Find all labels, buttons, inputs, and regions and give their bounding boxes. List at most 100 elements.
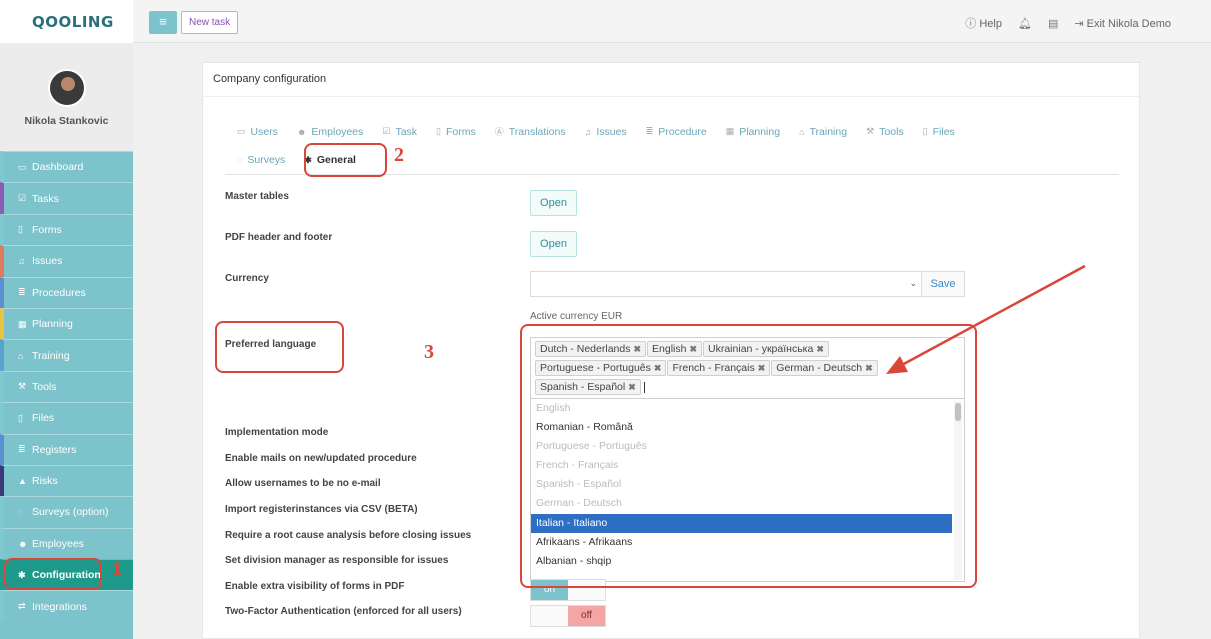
tab-label: Forms xyxy=(446,125,476,138)
currency-select[interactable]: ⌄ xyxy=(530,271,922,297)
tab-tools[interactable]: ⚒ Tools xyxy=(866,126,904,138)
bell-icon: ♫ xyxy=(18,256,25,267)
sidebar-item-label: Forms xyxy=(32,223,62,236)
toggle-blank xyxy=(531,606,568,626)
users-icon: ☻ xyxy=(296,126,307,137)
tab-label: Employees xyxy=(311,125,364,138)
setting-label: Set division manager as responsible for … xyxy=(225,555,449,566)
setting-label: Two-Factor Authentication (enforced for … xyxy=(225,606,462,617)
check-square-icon: ☑ xyxy=(382,126,391,136)
sidebar-item-issues[interactable]: ♫ Issues xyxy=(0,245,133,277)
tab-task[interactable]: ☑ Task xyxy=(382,126,417,138)
file-icon: ▯ xyxy=(436,126,441,136)
exit-label: Exit Nikola Demo xyxy=(1086,17,1171,30)
list-icon: ≣ xyxy=(18,287,26,298)
setting-label: Allow usernames to be no e-mail xyxy=(225,478,381,489)
setting-label: Import registerinstances via CSV (BETA) xyxy=(225,504,418,515)
tab-label: Task xyxy=(395,125,418,138)
master-tables-label: Master tables xyxy=(225,191,289,202)
tab-label: Surveys xyxy=(247,154,286,166)
exchange-icon: ⇄ xyxy=(18,601,26,612)
graduation-cap-icon: ⌂ xyxy=(18,350,24,361)
sidebar-item-label: Registers xyxy=(32,443,77,456)
tab-users[interactable]: ▭ Users xyxy=(237,126,278,138)
sidebar-item-tools[interactable]: ⚒ Tools xyxy=(0,370,133,403)
calendar-icon: ▦ xyxy=(18,318,27,329)
sidebar-item-label: Training xyxy=(32,349,70,362)
tab-issues[interactable]: ♫ Issues xyxy=(585,126,627,138)
annotation-number-3: 3 xyxy=(424,341,434,363)
sidebar-item-planning[interactable]: ▦ Planning xyxy=(0,307,133,340)
sidebar-item-procedures[interactable]: ≣ Procedures xyxy=(0,276,133,308)
tab-translations[interactable]: Ⓐ Translations xyxy=(495,125,566,138)
pdf-header-label: PDF header and footer xyxy=(225,232,333,243)
tab-label: Issues xyxy=(596,125,627,138)
sidebar-item-training[interactable]: ⌂ Training xyxy=(0,339,133,371)
bell-icon[interactable]: 🔔︎ xyxy=(1018,17,1032,30)
app-logo[interactable]: QOOLING xyxy=(0,0,133,43)
list-icon: ≣ xyxy=(645,126,654,136)
annotation-number-2: 2 xyxy=(394,144,404,166)
sidebar-item-label: Surveys (option) xyxy=(32,506,109,519)
top-bar: ≡ New task ⓘ Help 🔔︎ ▤ ⇥ Exit Nikola Dem… xyxy=(133,0,1211,43)
sidebar-item-tasks[interactable]: ☑ Tasks xyxy=(0,182,133,214)
sidebar-item-registers[interactable]: ≣ Registers xyxy=(0,433,133,465)
sidebar-item-label: Planning xyxy=(32,318,73,331)
tabs-row-1: ▭ Users ☻ Employees ☑ Task ▯ Forms Ⓐ Translations… xyxy=(237,125,974,138)
monitor-icon: ▭ xyxy=(18,161,27,172)
tab-label: Users xyxy=(250,125,278,138)
tab-planning[interactable]: ▦ Planning xyxy=(726,126,780,138)
annotation-box-3 xyxy=(215,321,344,373)
sidebar-item-employees[interactable]: ☻ Employees xyxy=(0,527,133,560)
check-square-icon: ☑ xyxy=(18,193,27,204)
sidebar-item-files[interactable]: ▯ Files xyxy=(0,402,133,434)
avatar[interactable] xyxy=(47,69,86,107)
tab-employees[interactable]: ☻ Employees xyxy=(297,126,363,138)
sidebar-item-label: Files xyxy=(32,412,55,425)
bell-icon: ♫ xyxy=(584,126,592,137)
pdf-header-open-button[interactable]: Open xyxy=(530,231,577,257)
help-link[interactable]: ⓘ Help xyxy=(965,15,1002,31)
sidebar-item-label: Dashboard xyxy=(32,161,84,174)
file-icon: ▯ xyxy=(18,224,23,235)
setting-label: Enable mails on new/updated procedure xyxy=(225,453,417,464)
tab-surveys[interactable]: ◌ Surveys xyxy=(237,154,285,166)
page-title: Company configuration xyxy=(203,63,1139,97)
annotation-box-language xyxy=(520,324,977,588)
sidebar-item-forms[interactable]: ▯ Forms xyxy=(0,213,133,246)
sidebar-item-risks[interactable]: ▲ Risks xyxy=(0,464,133,497)
users-icon: ☻ xyxy=(18,538,28,549)
wrench-icon: ⚒ xyxy=(18,381,27,392)
menu-toggle-button[interactable]: ≡ xyxy=(149,11,177,34)
help-label: Help xyxy=(979,18,1002,30)
exit-link[interactable]: ⇥ Exit Nikola Demo xyxy=(1074,17,1171,30)
tab-label: Files xyxy=(932,125,955,138)
annotation-box-2 xyxy=(304,143,387,177)
building-icon[interactable]: ▤ xyxy=(1048,17,1058,30)
sidebar-nav: ▭ Dashboard ☑ Tasks ▯ Forms ♫ Issues ≣ Procedures… xyxy=(0,151,133,622)
tab-label: Procedure xyxy=(658,125,707,138)
sidebar: QOOLING Nikola Stankovic ▭ Dashboard ☑ Task… xyxy=(0,0,133,639)
new-task-button[interactable]: New task xyxy=(181,11,239,34)
file-icon: ▯ xyxy=(922,126,928,136)
sidebar-item-integrations[interactable]: ⇄ Integrations xyxy=(0,590,133,622)
tab-training[interactable]: ⌂ Training xyxy=(799,126,847,138)
list-icon: ≣ xyxy=(18,444,26,455)
sidebar-item-surveys-option[interactable]: ◌ Surveys (option) xyxy=(0,496,133,528)
graduation-cap-icon: ⌂ xyxy=(799,126,805,137)
annotation-number-1: 1 xyxy=(112,558,122,580)
master-tables-open-button[interactable]: Open xyxy=(530,190,577,216)
warning-icon: ▲ xyxy=(18,476,27,487)
tab-files[interactable]: ▯ Files xyxy=(923,126,955,138)
currency-save-button[interactable]: Save xyxy=(921,271,965,297)
tab-procedure[interactable]: ≣ Procedure xyxy=(646,126,707,138)
setting-label: Implementation mode xyxy=(225,427,329,438)
sidebar-item-dashboard[interactable]: ▭ Dashboard xyxy=(0,151,133,183)
tab-label: Planning xyxy=(739,125,781,138)
two-factor-toggle[interactable]: off xyxy=(530,605,606,627)
profile-name: Nikola Stankovic xyxy=(24,115,109,127)
toggle-off-option[interactable]: off xyxy=(568,606,605,626)
tab-forms[interactable]: ▯ Forms xyxy=(436,126,476,138)
translate-icon: Ⓐ xyxy=(494,127,504,137)
wrench-icon: ⚒ xyxy=(866,126,875,136)
